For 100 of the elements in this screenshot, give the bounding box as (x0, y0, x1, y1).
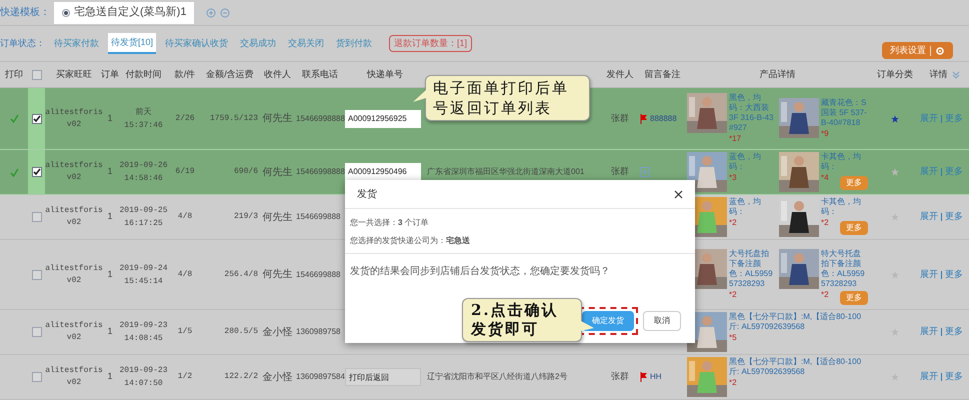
pay-time: 14:07:50 (124, 378, 163, 390)
pay-date: 2019-09-23 (119, 365, 168, 377)
product-description[interactable]: 黑色【七分平口款】:M,【适合80-100斤: AL597092639568 (729, 312, 867, 332)
buyer-name: alitestforisv02 (45, 160, 103, 184)
column-header: 订单分类 (877, 68, 913, 81)
sender-name: 张群 (611, 370, 629, 384)
note-text: 888888 (650, 112, 677, 124)
star-icon[interactable] (891, 114, 899, 122)
refund-count[interactable]: 退款订单数量：[1] (389, 34, 472, 52)
sender-name: 张群 (611, 112, 629, 125)
order-count: 1 (107, 268, 112, 281)
checkbox[interactable] (32, 212, 42, 222)
checkbox[interactable] (32, 167, 42, 177)
product-description[interactable]: 蓝色，均码： (729, 197, 775, 217)
product-description[interactable]: 黑色【七分平口款】:M,【适合80-100斤: AL597092639568 (729, 357, 867, 377)
product-description[interactable]: 特大号托盘拍下备注颜色：AL595957328293 (821, 248, 867, 288)
confirm-button[interactable]: 确定发货 (582, 311, 634, 331)
product-quantity: *3 (729, 172, 737, 184)
product-quantity: *9 (821, 128, 829, 140)
phone-number: 13609897584 (295, 371, 345, 383)
more-link[interactable]: 更多 (945, 268, 963, 282)
status-tab[interactable]: 待买家确认收货 (162, 34, 232, 54)
checkbox[interactable] (32, 327, 42, 337)
column-header: 留言备注 (644, 68, 680, 81)
product-quantity: *2 (729, 288, 737, 300)
product-quantity: *5 (729, 332, 737, 344)
close-icon[interactable] (674, 190, 683, 198)
expand-link[interactable]: 展开 (920, 325, 938, 339)
column-header: 付款时间 (126, 68, 162, 81)
status-tab[interactable]: 货到付款 (333, 34, 376, 54)
item-count: 2/26 (175, 112, 195, 124)
checkbox[interactable] (32, 372, 42, 382)
sender-name: 张群 (611, 165, 629, 178)
more-link[interactable]: 更多 (945, 325, 963, 339)
add-note-icon[interactable] (640, 167, 650, 177)
cancel-button[interactable]: 取消 (643, 311, 681, 331)
checkbox[interactable] (32, 114, 42, 124)
callout-pointer (581, 320, 594, 332)
more-button[interactable]: 更多 (840, 291, 868, 305)
chevron-down-icon[interactable] (952, 70, 960, 78)
template-label: 快递模板： (0, 6, 50, 20)
status-tab[interactable]: 交易关闭 (285, 34, 328, 54)
product-quantity: *2 (821, 217, 829, 229)
expand-link[interactable]: 展开 (920, 370, 938, 384)
status-tab[interactable]: 待买家付款 (51, 34, 102, 54)
order-count: 1 (107, 165, 112, 178)
status-tab[interactable]: 交易成功 (237, 34, 280, 54)
list-settings-button[interactable]: 列表设置 (882, 42, 953, 59)
column-header: 订单 (101, 68, 119, 81)
receiver-name: 金小怪 (262, 370, 292, 384)
product-description[interactable]: 大号托盘拍下备注颜色：AL595957328293 (729, 248, 775, 288)
product-description[interactable]: 卡其色，均码： (821, 152, 867, 172)
receiver-name: 何先生 (262, 166, 292, 180)
status-tab[interactable]: 待发货[10] (108, 32, 156, 54)
expand-link[interactable]: 展开 (920, 165, 938, 179)
buyer-name: alitestforisv02 (45, 205, 103, 229)
product-quantity: *2 (729, 377, 737, 389)
flag-icon (640, 114, 648, 124)
expand-link[interactable]: 展开 (920, 268, 938, 282)
phone-number: 15466998888 (295, 112, 345, 124)
pay-time: 15:45:14 (124, 276, 163, 288)
amount: 690/6 (234, 166, 259, 178)
more-link[interactable]: 更多 (945, 210, 963, 224)
expand-link[interactable]: 展开 (920, 112, 938, 126)
expand-link[interactable]: 展开 (920, 210, 938, 224)
callout-pointer (413, 89, 426, 103)
tracking-number-field[interactable]: A000912950496 (345, 163, 421, 181)
product-description[interactable]: 蓝色，均码： (729, 152, 775, 172)
remove-icon[interactable] (220, 8, 230, 18)
tracking-number-field[interactable]: A000912956925 (345, 110, 421, 128)
pay-time: 14:08:45 (124, 333, 163, 345)
product-quantity: *2 (729, 217, 737, 229)
more-button[interactable]: 更多 (840, 221, 868, 235)
more-button[interactable]: 更多 (840, 176, 868, 190)
product-quantity: *17 (729, 132, 742, 144)
address: 广东省深圳市福田区华强北街道深南大道001 (426, 166, 586, 178)
checkbox[interactable] (32, 70, 42, 80)
star-icon[interactable] (891, 168, 899, 176)
add-icon[interactable] (206, 8, 216, 18)
tracking-number-field[interactable]: 打印后返回 (345, 368, 421, 386)
column-header: 详情 (930, 68, 948, 81)
phone-number: 1546699888 (295, 268, 342, 280)
column-header: 产品详情 (760, 68, 796, 81)
receiver-name: 何先生 (262, 210, 292, 224)
product-description[interactable]: 黑色，均码：大西装 3F 316-B-43#927 (729, 92, 775, 132)
product-description[interactable]: 卡其色，均码： (821, 197, 867, 217)
buyer-name: alitestforisv02 (45, 106, 103, 130)
radio-button[interactable] (62, 8, 70, 16)
courier-info: 您选择的发货快递公司为：宅急送 (350, 235, 471, 247)
status-label: 订单状态： (0, 36, 45, 50)
phone-number: 1546699888 (295, 211, 342, 223)
receiver-name: 金小怪 (262, 326, 292, 340)
more-link[interactable]: 更多 (945, 370, 963, 384)
item-count: 4/8 (178, 268, 192, 280)
phone-number: 15466998888 (295, 166, 345, 178)
checkbox[interactable] (32, 270, 42, 280)
product-description[interactable]: 藏青花色：S 国装 5F 537-B-40#7818 (821, 98, 867, 128)
more-link[interactable]: 更多 (945, 112, 963, 126)
more-link[interactable]: 更多 (945, 165, 963, 179)
template-option[interactable]: 宅急送自定义(菜鸟新)1 (54, 2, 194, 24)
